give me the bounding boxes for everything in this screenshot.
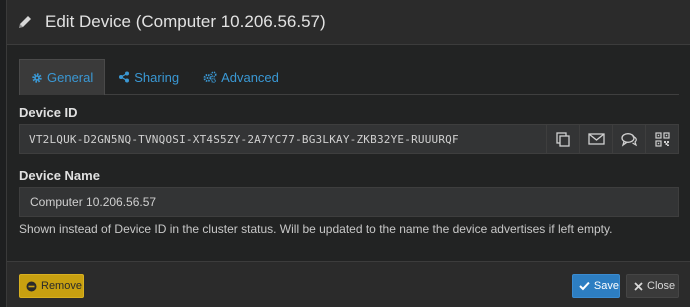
- edit-device-modal: Edit Device (Computer 10.206.56.57) Gene…: [6, 0, 690, 307]
- gear-icon: [32, 72, 42, 83]
- email-button[interactable]: [580, 124, 613, 154]
- copy-button[interactable]: [547, 124, 580, 154]
- tab-sharing-label: Sharing: [134, 69, 180, 85]
- tab-advanced[interactable]: Advanced: [192, 59, 290, 95]
- device-name-label: Device Name: [19, 168, 100, 183]
- modal-header: Edit Device (Computer 10.206.56.57): [7, 0, 690, 45]
- tab-sharing[interactable]: Sharing: [107, 59, 190, 95]
- close-button-label: Close: [647, 280, 676, 292]
- tab-bar: General Sharing Advanced: [19, 59, 679, 95]
- remove-button[interactable]: Remove: [19, 274, 84, 298]
- modal-title: Edit Device (Computer 10.206.56.57): [45, 12, 326, 31]
- tab-advanced-label: Advanced: [221, 69, 279, 85]
- share-icon: [119, 71, 130, 83]
- save-button-label: Save: [593, 280, 619, 292]
- chat-icon: [620, 132, 637, 147]
- device-id-label: Device ID: [19, 105, 78, 120]
- pencil-icon: [19, 16, 31, 28]
- tab-general-label: General: [47, 70, 94, 85]
- save-button[interactable]: Save: [572, 274, 620, 298]
- device-name-help-text: Shown instead of Device ID in the cluste…: [19, 222, 613, 236]
- device-id-field[interactable]: VT2LQUK-D2GN5NQ-TVNQOSI-XT4S5ZY-2A7YC77-…: [19, 124, 547, 154]
- close-icon: [634, 281, 643, 291]
- remove-button-label: Remove: [41, 280, 82, 292]
- tab-general[interactable]: General: [19, 59, 106, 95]
- chat-button[interactable]: [613, 124, 646, 154]
- device-id-group: VT2LQUK-D2GN5NQ-TVNQOSI-XT4S5ZY-2A7YC77-…: [19, 124, 679, 154]
- close-button[interactable]: Close: [626, 274, 679, 298]
- qr-code-icon: [654, 131, 670, 147]
- minus-circle-icon: [26, 281, 37, 291]
- device-name-input[interactable]: Computer 10.206.56.57: [19, 187, 679, 217]
- modal-footer: Remove Save Close: [7, 261, 690, 307]
- copy-icon: [556, 132, 570, 147]
- gears-icon: [203, 71, 217, 83]
- check-icon: [579, 281, 590, 291]
- modal-body: General Sharing Advanced Device ID VT2LQ…: [7, 45, 690, 261]
- qr-code-button[interactable]: [646, 124, 679, 154]
- email-icon: [587, 133, 605, 145]
